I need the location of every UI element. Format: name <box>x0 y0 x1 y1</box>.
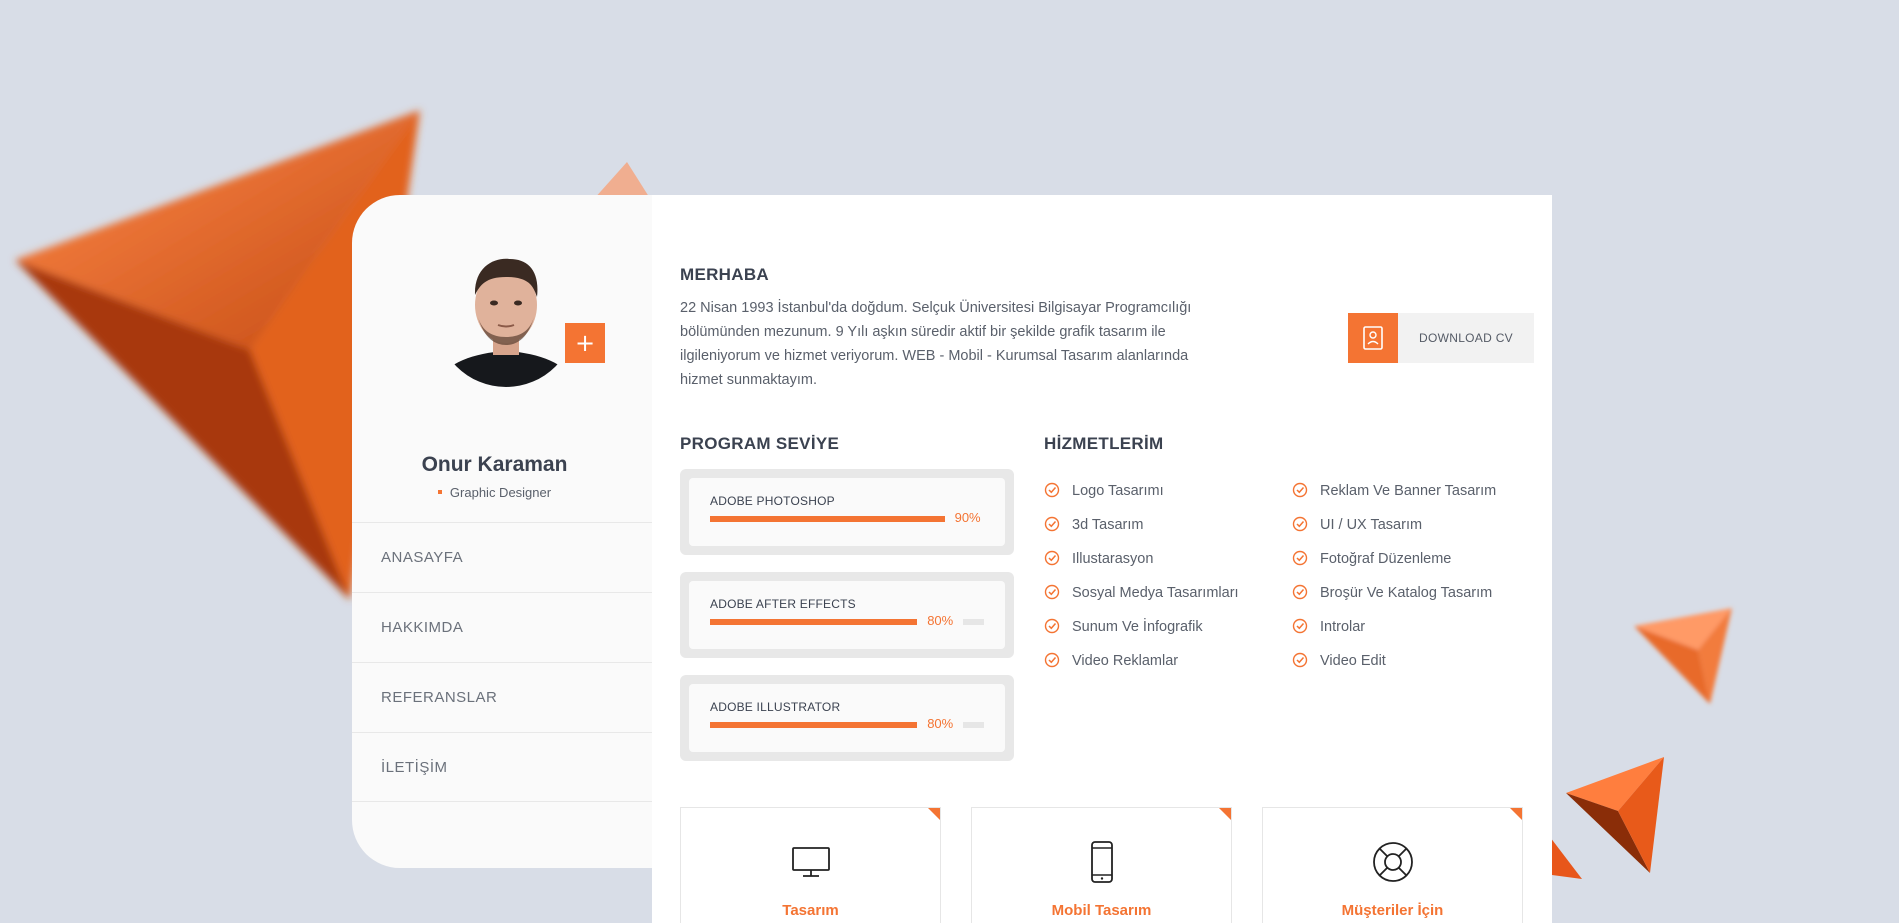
feature-card-tasarim[interactable]: Tasarım <box>680 807 941 923</box>
service-item: Introlar <box>1292 617 1365 637</box>
nav-item-hakkimda[interactable]: HAKKIMDA <box>352 592 652 662</box>
download-cv-label: DOWNLOAD CV <box>1419 331 1513 345</box>
feature-card-musteriler-icin[interactable]: Müşteriler İçin <box>1262 807 1523 923</box>
skill-progress-fill <box>710 722 930 728</box>
profile-sidebar: + Onur Karaman Graphic Designer ANASAYFA… <box>352 195 652 868</box>
check-circle-icon <box>1044 618 1060 634</box>
service-item: Video Edit <box>1292 651 1386 671</box>
role-dot-icon <box>437 489 442 494</box>
orange-shape-right <box>1628 600 1738 710</box>
check-circle-icon <box>1292 550 1308 566</box>
add-button[interactable]: + <box>565 323 605 363</box>
service-item: UI / UX Tasarım <box>1292 515 1422 535</box>
skill-card: ADOBE PHOTOSHOP 90% <box>680 469 1014 555</box>
about-text: 22 Nisan 1993 İstanbul'da doğdum. Selçuk… <box>680 300 1192 388</box>
cv-document-icon <box>1348 313 1398 363</box>
check-circle-icon <box>1292 482 1308 498</box>
skill-inner: ADOBE ILLUSTRATOR 80% <box>689 684 1005 752</box>
profile-role: Graphic Designer <box>352 485 637 500</box>
service-label: Sunum Ve İnfografik <box>1072 619 1203 635</box>
nav-item-referanslar[interactable]: REFERANSLAR <box>352 662 652 732</box>
service-label: Video Reklamlar <box>1072 653 1179 669</box>
service-label: Logo Tasarımı <box>1072 483 1164 499</box>
skill-card: ADOBE AFTER EFFECTS 80% <box>680 572 1014 658</box>
skill-progress-fill <box>710 516 957 522</box>
nav-item-anasayfa[interactable]: ANASAYFA <box>352 522 652 592</box>
service-item: Broşür Ve Katalog Tasarım <box>1292 583 1492 603</box>
feature-card-mobil-tasarim[interactable]: Mobil Tasarım <box>971 807 1232 923</box>
service-item: Fotoğraf Düzenleme <box>1292 549 1451 569</box>
skill-progress-track <box>710 516 984 522</box>
check-circle-icon <box>1044 516 1060 532</box>
corner-accent <box>928 808 940 820</box>
skill-name: ADOBE AFTER EFFECTS <box>710 597 856 611</box>
avatar <box>436 247 576 387</box>
feature-label: Müşteriler İçin <box>1341 902 1444 919</box>
lifebuoy-icon <box>1371 840 1415 884</box>
orange-shape-small <box>1548 835 1584 881</box>
avatar-wrap <box>436 247 576 387</box>
orange-shape-top <box>585 160 655 200</box>
check-circle-icon <box>1044 584 1060 600</box>
service-label: Illustarasyon <box>1072 551 1154 567</box>
check-circle-icon <box>1044 550 1060 566</box>
profile-role-label: Graphic Designer <box>449 485 552 500</box>
service-label: Video Edit <box>1320 653 1386 669</box>
service-item: Video Reklamlar <box>1044 651 1178 671</box>
check-circle-icon <box>1292 618 1308 634</box>
skills-title: PROGRAM SEVİYE <box>680 434 840 453</box>
service-item: Reklam Ve Banner Tasarım <box>1292 481 1496 501</box>
skill-progress-fill <box>710 619 930 625</box>
skill-inner: ADOBE PHOTOSHOP 90% <box>689 478 1005 546</box>
profile-name: Onur Karaman <box>421 453 568 476</box>
skill-inner: ADOBE AFTER EFFECTS 80% <box>689 581 1005 649</box>
service-item: Sosyal Medya Tasarımları <box>1044 583 1239 603</box>
check-circle-icon <box>1292 652 1308 668</box>
services-title: HİZMETLERİM <box>1044 434 1164 453</box>
service-item: Sunum Ve İnfografik <box>1044 617 1203 637</box>
feature-label: Tasarım <box>782 902 839 919</box>
about-title: MERHABA <box>680 265 769 284</box>
skill-percent: 90% <box>944 505 991 531</box>
content-card: MERHABA 22 Nisan 1993 İstanbul'da doğdum… <box>652 195 1552 923</box>
corner-accent <box>1510 808 1522 820</box>
skill-name: ADOBE PHOTOSHOP <box>710 494 835 508</box>
check-circle-icon <box>1292 516 1308 532</box>
skill-name: ADOBE ILLUSTRATOR <box>710 700 841 714</box>
check-circle-icon <box>1292 584 1308 600</box>
skill-percent: 80% <box>917 608 964 634</box>
service-item: 3d Tasarım <box>1044 515 1143 535</box>
feature-label: Mobil Tasarım <box>1051 902 1152 919</box>
main-nav: ANASAYFA HAKKIMDA REFERANSLAR İLETİŞİM <box>352 522 652 802</box>
service-label: Sosyal Medya Tasarımları <box>1072 585 1239 601</box>
check-circle-icon <box>1044 482 1060 498</box>
service-label: Reklam Ve Banner Tasarım <box>1320 483 1497 499</box>
service-item: Logo Tasarımı <box>1044 481 1164 501</box>
skill-percent: 80% <box>917 711 964 737</box>
service-label: 3d Tasarım <box>1072 517 1144 533</box>
service-label: UI / UX Tasarım <box>1320 517 1423 533</box>
service-label: Fotoğraf Düzenleme <box>1320 551 1452 567</box>
service-label: Introlar <box>1320 619 1366 635</box>
smartphone-icon <box>1080 840 1124 884</box>
service-item: Illustarasyon <box>1044 549 1153 569</box>
download-cv-button[interactable]: DOWNLOAD CV <box>1348 313 1534 363</box>
skill-card: ADOBE ILLUSTRATOR 80% <box>680 675 1014 761</box>
corner-accent <box>1219 808 1231 820</box>
check-circle-icon <box>1044 652 1060 668</box>
monitor-icon <box>789 840 833 884</box>
nav-item-iletisim[interactable]: İLETİŞİM <box>352 732 652 802</box>
service-label: Broşür Ve Katalog Tasarım <box>1320 585 1493 601</box>
avatar-photo <box>436 247 576 387</box>
